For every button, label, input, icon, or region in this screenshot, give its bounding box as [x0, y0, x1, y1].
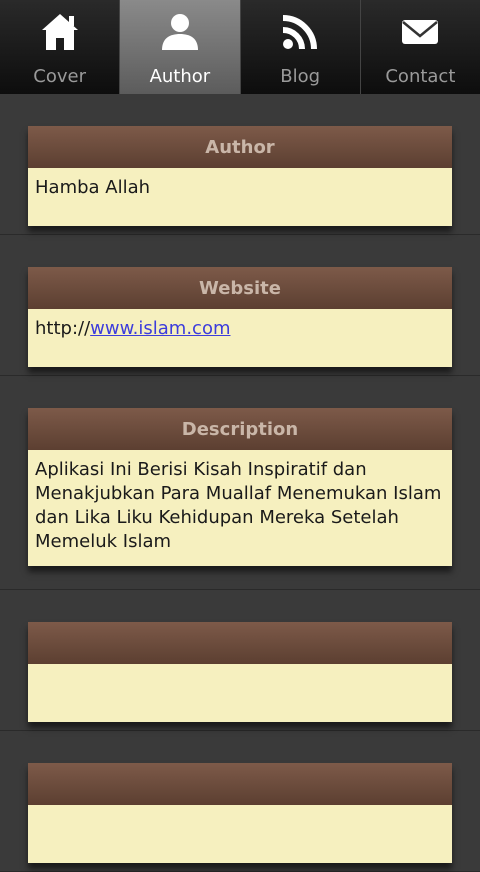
empty-value-1	[28, 664, 452, 722]
tab-author-label: Author	[149, 66, 211, 87]
mail-icon	[402, 20, 439, 44]
website-link[interactable]: www.islam.com	[90, 318, 230, 339]
person-icon	[161, 14, 198, 50]
empty-header-1	[28, 622, 452, 664]
tab-contact[interactable]: Contact	[360, 0, 480, 94]
empty-card-2	[28, 763, 452, 863]
rss-icon	[282, 15, 318, 50]
tab-blog-label: Blog	[280, 66, 321, 87]
tab-cover[interactable]: Cover	[0, 0, 121, 94]
tab-author[interactable]: Author	[120, 0, 241, 94]
empty-header-2	[28, 763, 452, 805]
description-header: Description	[28, 408, 452, 450]
website-section: Website http://www.islam.com	[0, 235, 480, 376]
author-card: Author Hamba Allah	[28, 126, 452, 226]
content-list: Author Hamba Allah Website http://www.is…	[0, 94, 480, 872]
tab-contact-label: Contact	[385, 66, 456, 87]
author-value: Hamba Allah	[28, 168, 452, 226]
description-section: Description Aplikasi Ini Berisi Kisah In…	[0, 376, 480, 590]
website-prefix: http://	[35, 318, 91, 339]
author-section: Author Hamba Allah	[0, 94, 480, 235]
description-value: Aplikasi Ini Berisi Kisah Inspiratif dan…	[28, 450, 452, 566]
empty-section-1	[0, 590, 480, 731]
tab-bar: Cover Author Blog Contact	[0, 0, 480, 94]
home-icon	[41, 14, 78, 50]
website-header: Website	[28, 267, 452, 309]
tab-cover-label: Cover	[33, 66, 86, 87]
author-header: Author	[28, 126, 452, 168]
empty-value-2	[28, 805, 452, 863]
website-value: http://www.islam.com	[28, 309, 452, 367]
empty-card-1	[28, 622, 452, 722]
empty-section-2	[0, 731, 480, 872]
description-card: Description Aplikasi Ini Berisi Kisah In…	[28, 408, 452, 566]
tab-blog[interactable]: Blog	[240, 0, 361, 94]
website-card: Website http://www.islam.com	[28, 267, 452, 367]
